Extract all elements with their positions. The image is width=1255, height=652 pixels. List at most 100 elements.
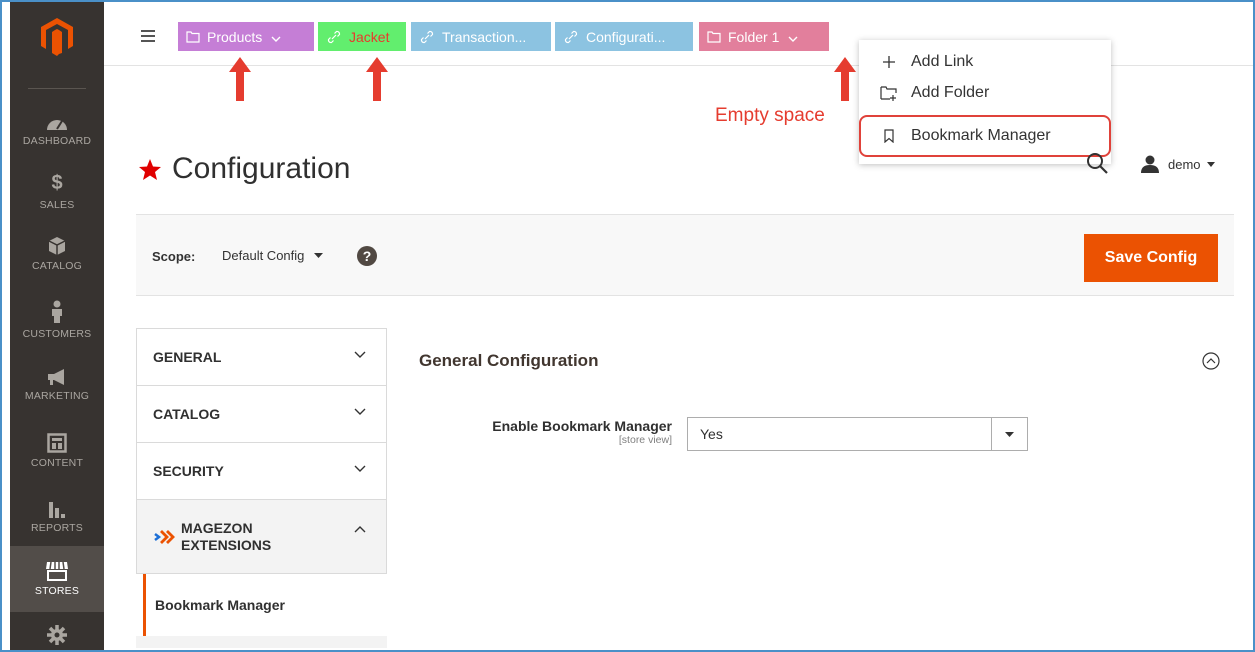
menu-item-label: Add Folder	[911, 84, 990, 101]
scope-value: Default Config	[222, 248, 305, 263]
help-icon[interactable]: ?	[357, 246, 377, 266]
user-icon	[1141, 155, 1159, 173]
megaphone-icon	[48, 369, 64, 385]
link-icon	[563, 29, 579, 45]
tab-label-line1: MAGEZON	[181, 519, 253, 536]
person-icon	[52, 300, 62, 323]
sidebar-item-label: DASHBOARD	[22, 135, 92, 147]
search-icon[interactable]	[1086, 152, 1108, 179]
tab-general[interactable]: GENERAL	[136, 328, 387, 385]
caret-down-icon	[1005, 431, 1014, 437]
tab-label-line2: EXTENSIONS	[181, 536, 272, 553]
bookmark-label: Jacket	[349, 28, 390, 45]
sidebar-item-customers[interactable]: CUSTOMERS	[10, 289, 104, 351]
field-label: Enable Bookmark Manager	[492, 418, 672, 434]
sidebar-item-label: CATALOG	[31, 260, 83, 272]
page-title-text: Configuration	[172, 152, 351, 185]
bookmark-label: Folder 1	[728, 28, 780, 45]
sidebar-divider	[28, 88, 86, 89]
app-frame: DASHBOARD $ SALES CATALOG CUSTOMERS MARK…	[0, 0, 1255, 652]
subtab-label: Bookmark Manager	[155, 597, 285, 613]
sidebar-item-catalog[interactable]: CATALOG	[10, 223, 104, 285]
plus-icon	[878, 55, 900, 69]
bookmark-folder-folder1[interactable]: Folder 1	[699, 22, 829, 51]
sidebar-item-label: MARKETING	[24, 390, 90, 402]
magezon-logo-icon	[154, 529, 175, 544]
sidebar-item-label: SALES	[39, 198, 75, 211]
collapse-icon[interactable]	[1202, 352, 1220, 375]
bar-chart-icon	[49, 502, 65, 518]
link-icon	[419, 29, 435, 45]
bookmark-link-jacket[interactable]: Jacket	[318, 22, 406, 51]
user-menu[interactable]: demo	[1140, 155, 1215, 173]
page-title: Configuration	[138, 152, 350, 186]
gear-icon	[47, 625, 67, 645]
annotation-arrow-icon	[229, 57, 251, 101]
annotation-arrow-icon	[834, 57, 856, 101]
chevron-down-icon	[354, 465, 366, 472]
subtab-bookmark-manager[interactable]: Bookmark Manager	[143, 574, 387, 636]
sidebar-item-label: CUSTOMERS	[22, 328, 92, 340]
chevron-down-icon	[788, 29, 798, 45]
menu-item-add-link[interactable]: Add Link	[859, 47, 1111, 77]
annotation-empty-space: Empty space	[715, 105, 825, 126]
bookmark-label: Configurati...	[586, 28, 666, 45]
bookmark-link-transactions[interactable]: Transaction...	[411, 22, 551, 51]
scope-label: Scope:	[152, 249, 196, 264]
sidebar-item-label: CONTENT	[30, 457, 84, 469]
user-name: demo	[1168, 156, 1201, 172]
chevron-down-icon	[354, 351, 366, 358]
select-value: Yes	[700, 426, 723, 442]
bookmark-label: Transaction...	[442, 28, 527, 45]
bookmark-label: Products	[207, 28, 263, 45]
scope-bar: Scope: Default Config ? Save Config	[136, 214, 1234, 296]
admin-sidebar: DASHBOARD $ SALES CATALOG CUSTOMERS MARK…	[10, 2, 104, 650]
bookmark-link-configuration[interactable]: Configurati...	[555, 22, 693, 51]
chevron-up-icon	[354, 526, 366, 533]
chevron-down-icon	[271, 29, 281, 45]
annotation-arrow-icon	[366, 57, 388, 101]
tab-catalog[interactable]: CATALOG	[136, 385, 387, 442]
scope-switcher[interactable]: Default Config	[222, 248, 324, 263]
sidebar-item-marketing[interactable]: MARKETING	[10, 354, 104, 416]
menu-icon[interactable]	[141, 30, 155, 45]
link-icon	[326, 29, 342, 45]
field-scope-note: [store view]	[618, 434, 672, 446]
tab-list-bottom	[136, 636, 387, 648]
sidebar-item-system[interactable]	[10, 616, 104, 650]
bookmark-folder-products[interactable]: Products	[178, 22, 314, 51]
sidebar-item-stores[interactable]: STORES	[10, 546, 104, 612]
annotation-highlight-box	[859, 115, 1111, 157]
tab-security[interactable]: SECURITY	[136, 442, 387, 499]
config-tabs: GENERAL CATALOG SECURITY MAGEZON EXTENSI…	[136, 328, 387, 648]
caret-down-icon	[1206, 161, 1215, 167]
sidebar-item-label: REPORTS	[31, 522, 83, 534]
sidebar-item-dashboard[interactable]: DASHBOARD	[10, 100, 104, 162]
chevron-down-icon	[354, 408, 366, 415]
select-toggle[interactable]	[991, 418, 1027, 450]
section-title[interactable]: General Configuration	[419, 351, 598, 371]
storefront-icon	[46, 561, 68, 581]
menu-item-label: Add Link	[911, 53, 974, 70]
sidebar-item-label: STORES	[34, 585, 80, 597]
star-icon[interactable]	[138, 158, 162, 181]
dollar-icon: $	[51, 171, 63, 194]
tab-magezon-extensions[interactable]: MAGEZON EXTENSIONS	[136, 499, 387, 574]
sidebar-item-sales[interactable]: $ SALES	[10, 160, 104, 222]
menu-item-add-folder[interactable]: Add Folder	[859, 78, 1111, 108]
box-icon	[48, 237, 66, 255]
tab-label: SECURITY	[153, 463, 224, 479]
dashboard-icon	[47, 120, 67, 130]
folder-icon	[186, 30, 200, 43]
magento-logo[interactable]	[10, 18, 104, 78]
folder-icon	[707, 30, 721, 43]
tab-label: GENERAL	[153, 349, 222, 365]
layout-icon	[47, 433, 67, 453]
enable-bookmark-manager-select[interactable]: Yes	[687, 417, 1028, 451]
sidebar-item-reports[interactable]: REPORTS	[10, 485, 104, 547]
caret-down-icon	[314, 253, 324, 258]
tab-label: CATALOG	[153, 406, 221, 422]
sidebar-item-content[interactable]: CONTENT	[10, 420, 104, 482]
save-config-button[interactable]: Save Config	[1084, 234, 1218, 282]
folder-plus-icon	[878, 85, 900, 101]
